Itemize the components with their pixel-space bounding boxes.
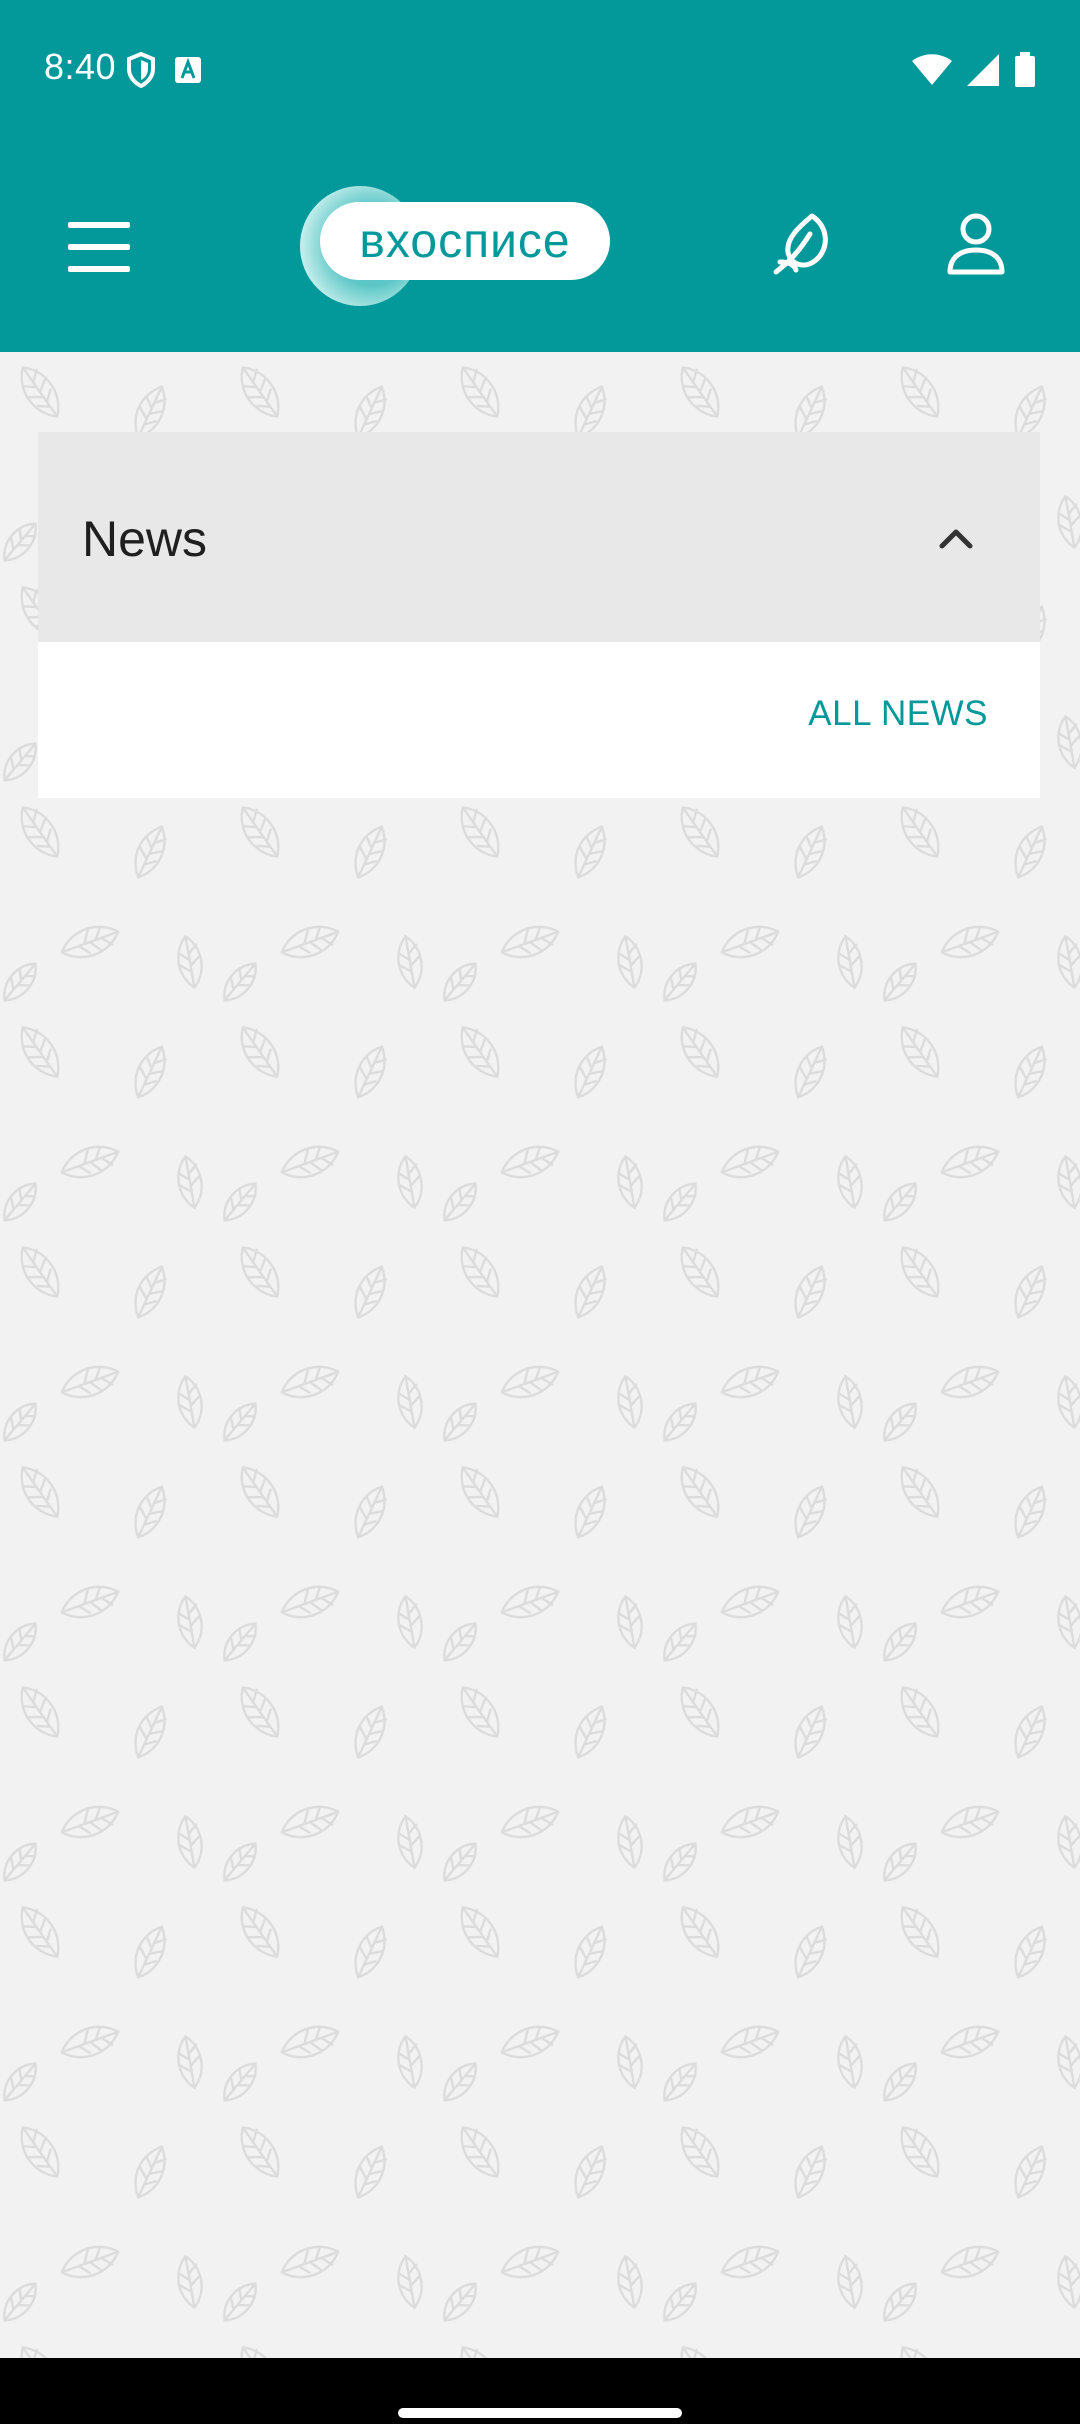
news-header[interactable]: News	[38, 432, 1040, 642]
donate-button[interactable]	[772, 212, 836, 280]
wifi-icon	[912, 54, 952, 85]
person-icon	[947, 213, 1005, 275]
news-card: News ALL NEWS	[38, 432, 1040, 798]
menu-button[interactable]	[68, 220, 130, 272]
chevron-up-icon[interactable]	[934, 516, 978, 560]
battery-icon	[1015, 52, 1035, 87]
all-news-link[interactable]: ALL NEWS	[808, 694, 988, 734]
news-title: News	[82, 511, 208, 567]
app-bar: вхосписе	[0, 140, 1080, 352]
status-time: 8:40	[44, 46, 117, 87]
leaf-icon	[773, 213, 828, 275]
cell-signal-icon	[967, 54, 999, 86]
shield-icon	[127, 52, 155, 88]
content-area: News ALL NEWS	[0, 352, 1080, 2358]
profile-button[interactable]	[946, 212, 1006, 276]
home-gesture-handle[interactable]	[398, 2408, 682, 2418]
logo-text: вхосписе	[320, 202, 610, 280]
app-logo[interactable]: вхосписе	[298, 184, 613, 308]
keyboard-a-icon	[175, 57, 201, 83]
status-bar: 8:40	[0, 0, 1080, 140]
